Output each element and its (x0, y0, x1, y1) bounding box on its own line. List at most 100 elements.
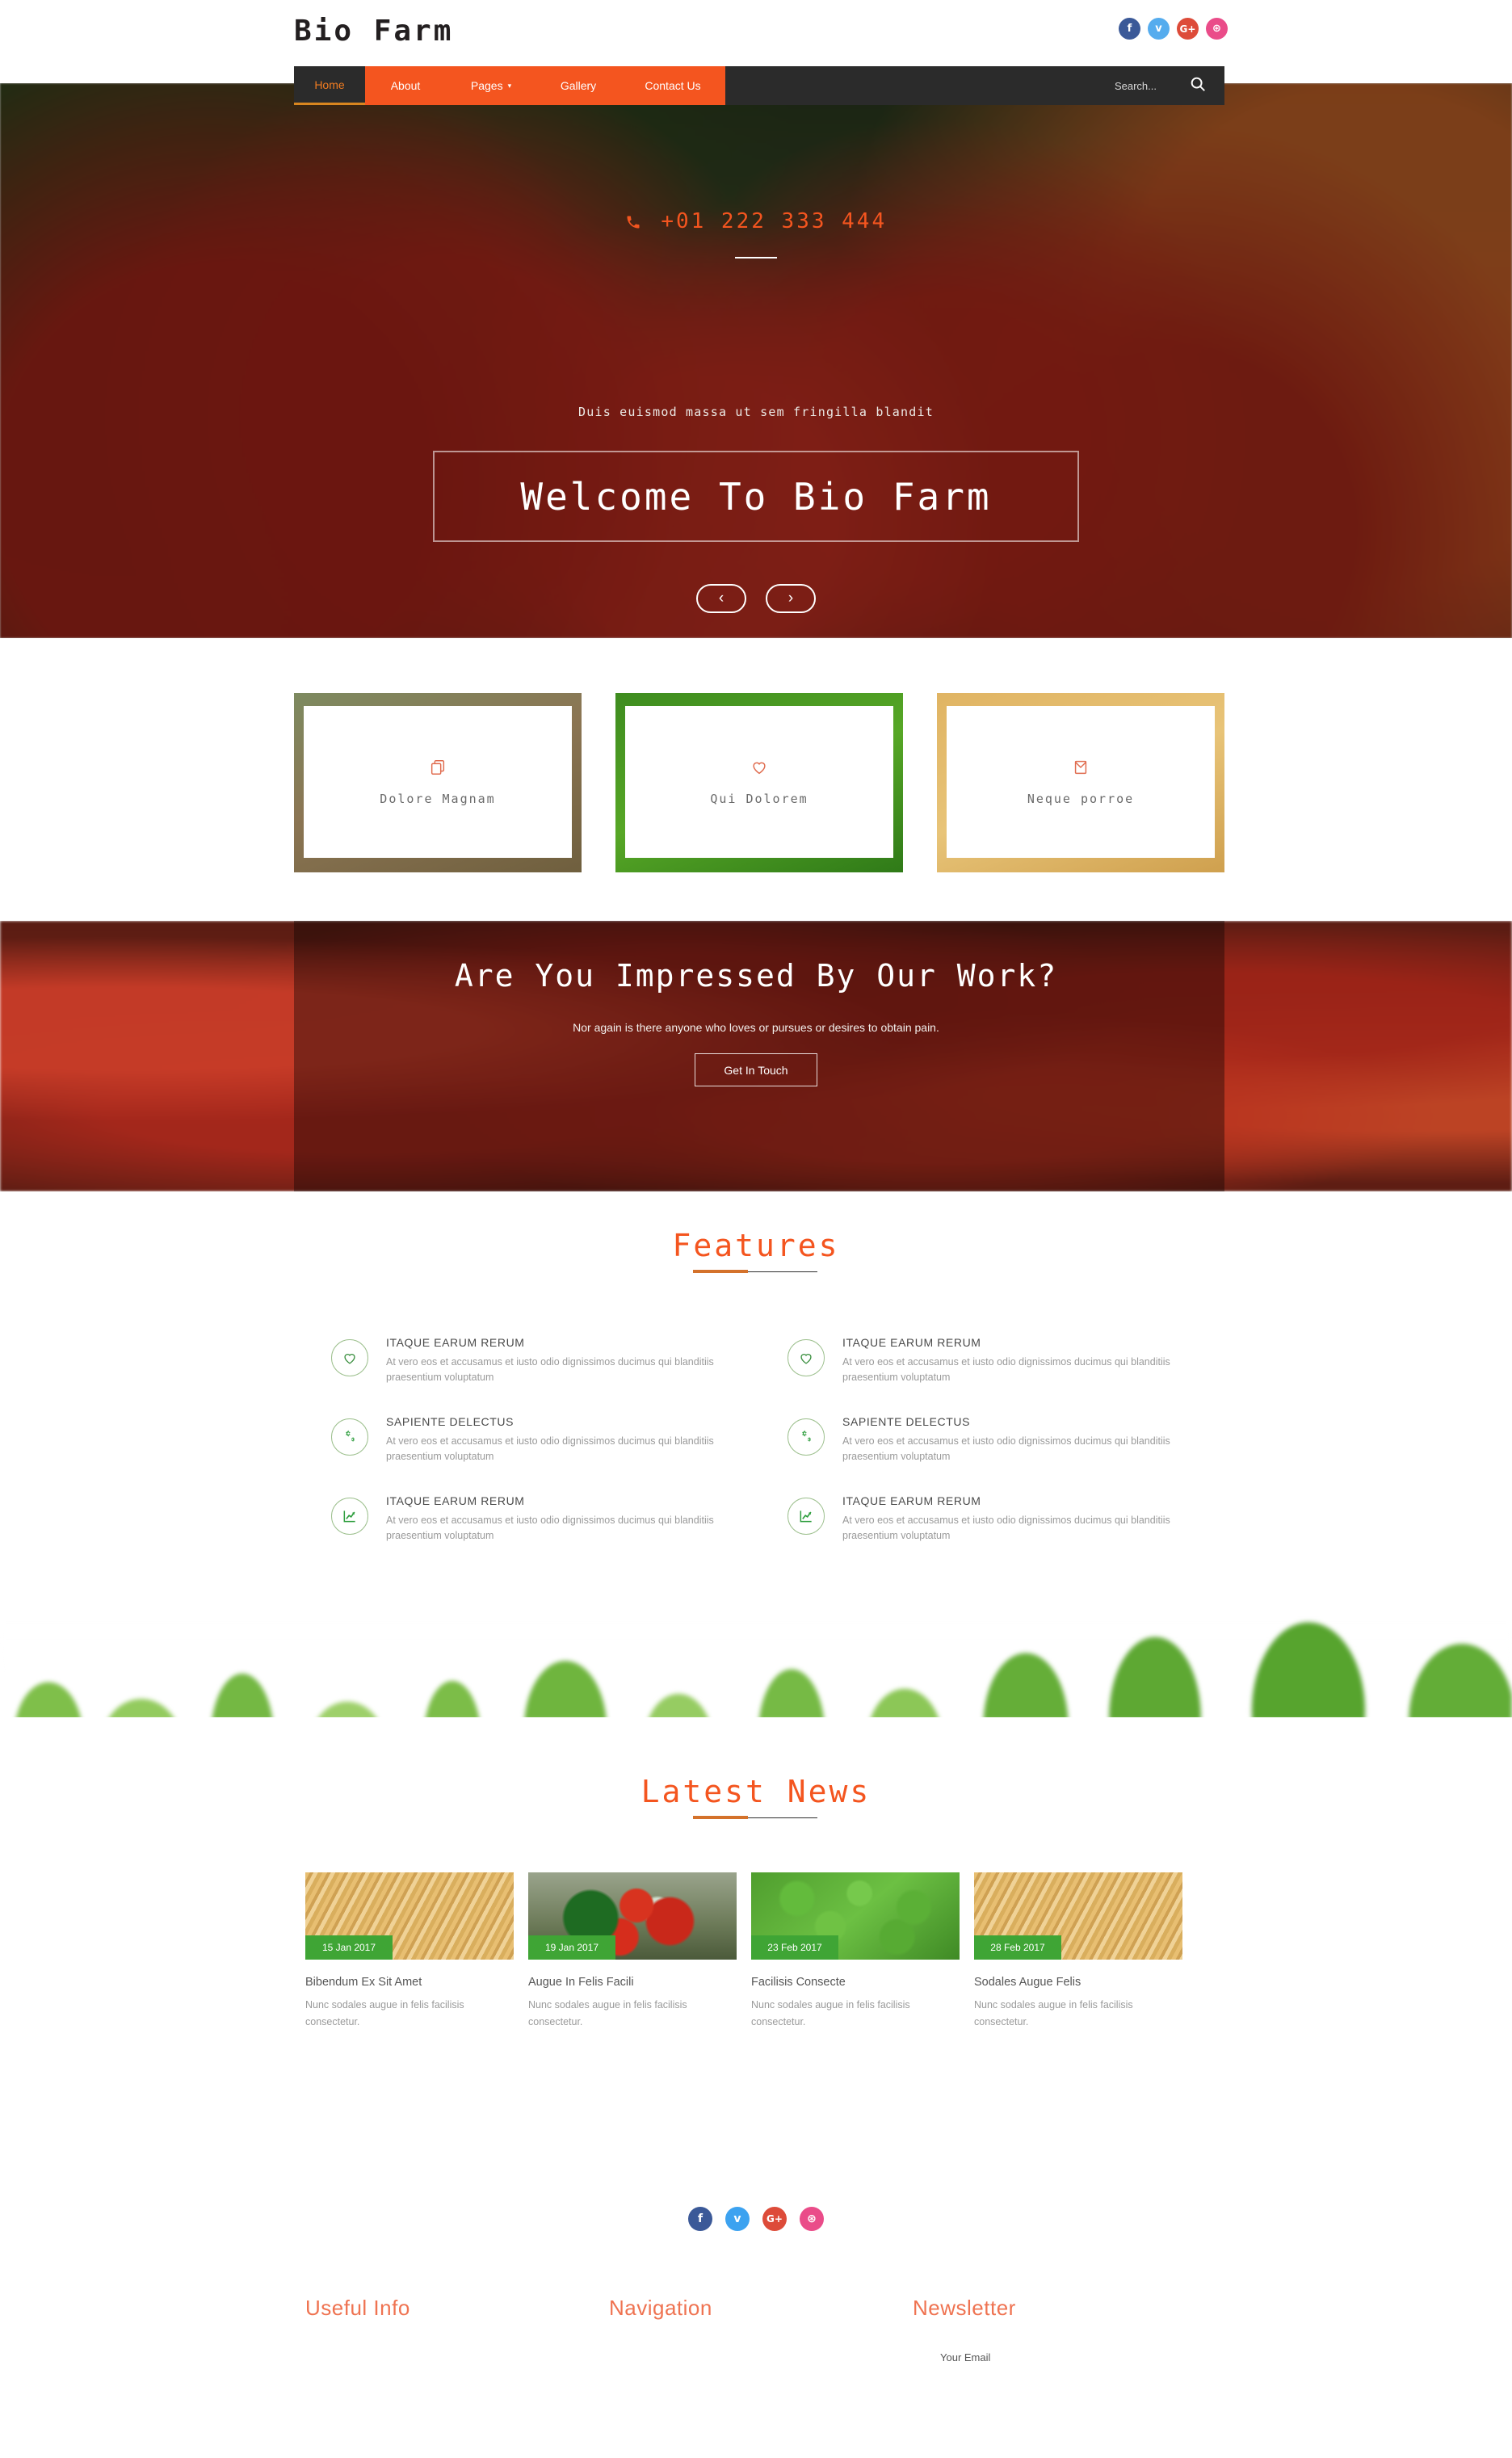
news-card[interactable]: 23 Feb 2017 Facilisis Consecte Nunc sodale… (751, 1872, 960, 2032)
news-thumbnail: 28 Feb 2017 (974, 1872, 1182, 1960)
news-title[interactable]: Augue In Felis Facili (528, 1976, 737, 1989)
news-card[interactable]: 28 Feb 2017 Sodales Augue Felis Nunc sodal… (974, 1872, 1182, 2032)
feature-card[interactable]: Qui Dolorem (615, 693, 903, 872)
news-grid: 15 Jan 2017 Bibendum Ex Sit Amet Nunc soda… (305, 1872, 1216, 2032)
google-plus-icon[interactable]: G+ (762, 2207, 787, 2231)
heart-icon (331, 1339, 368, 1376)
feature-item: SAPIENTE DELECTUS At vero eos et accusamu… (788, 1415, 1187, 1465)
hero-title-box: Welcome To Bio Farm (433, 451, 1079, 542)
latest-news-section: Latest News 15 Jan 2017 Bibendum Ex Sit A… (0, 1774, 1512, 2027)
envelope-icon (1072, 758, 1090, 780)
news-date-badge: 15 Jan 2017 (305, 1935, 393, 1960)
feature-item-text: At vero eos et accusamus et iusto odio d… (842, 1514, 1170, 1541)
nav-item-home[interactable]: Home (294, 66, 365, 105)
news-thumbnail: 23 Feb 2017 (751, 1872, 960, 1960)
facebook-icon[interactable]: f (1119, 18, 1140, 40)
chart-line-icon (788, 1497, 825, 1535)
news-title[interactable]: Sodales Augue Felis (974, 1976, 1182, 1989)
search-input[interactable]: Search... (1115, 80, 1157, 92)
feature-card-label: Neque porroe (1027, 791, 1135, 806)
hero-title: Welcome To Bio Farm (520, 474, 992, 519)
slider-prev-button[interactable]: ‹ (696, 584, 746, 613)
footer-social-list: f ᴠ G+ ⊛ (0, 2207, 1512, 2231)
news-date-badge: 23 Feb 2017 (751, 1935, 838, 1960)
feature-card[interactable]: Dolore Magnam (294, 693, 582, 872)
feature-item: ITAQUE EARUM RERUM At vero eos et accusam… (788, 1336, 1187, 1386)
nav-item-label: Contact Us (645, 79, 701, 92)
news-excerpt: Nunc sodales augue in felis facilisis co… (974, 1999, 1133, 2028)
footer-heading: Newsletter (913, 2296, 1016, 2320)
news-card[interactable]: 15 Jan 2017 Bibendum Ex Sit Amet Nunc soda… (305, 1872, 514, 2032)
feature-item: ITAQUE EARUM RERUM At vero eos et accusam… (788, 1494, 1187, 1544)
feature-card[interactable]: Neque porroe (937, 693, 1224, 872)
heart-icon (750, 758, 769, 780)
grass-divider-image (0, 1616, 1512, 1721)
news-card[interactable]: 19 Jan 2017 Augue In Felis Facili Nunc sod… (528, 1872, 737, 2032)
cta-title: Are You Impressed By Our Work? (454, 958, 1058, 994)
feature-item: ITAQUE EARUM RERUM At vero eos et accusam… (331, 1494, 731, 1544)
copy-icon (429, 758, 447, 780)
nav-item-gallery[interactable]: Gallery (536, 66, 620, 105)
feature-item-title: SAPIENTE DELECTUS (386, 1414, 514, 1428)
feature-item-title: ITAQUE EARUM RERUM (386, 1336, 525, 1349)
features-heading: Features (672, 1228, 840, 1263)
features-section: Features ITAQUE EARUM RERUM At vero eos e… (0, 1228, 1512, 1541)
footer-columns: Useful Info Navigation Newsletter Your E… (305, 2296, 1216, 2363)
hero-subtitle: Duis euismod massa ut sem fringilla blan… (578, 405, 934, 419)
feature-card-label: Qui Dolorem (710, 791, 808, 806)
hero-divider (735, 257, 777, 258)
feature-item-title: ITAQUE EARUM RERUM (842, 1494, 981, 1507)
twitter-icon[interactable]: ᴠ (725, 2207, 750, 2231)
news-excerpt: Nunc sodales augue in felis facilisis co… (528, 1999, 687, 2028)
newsletter-email-input[interactable]: Your Email (913, 2351, 1216, 2363)
footer-column-useful-info: Useful Info (305, 2296, 609, 2363)
news-thumbnail: 19 Jan 2017 (528, 1872, 737, 1960)
cta-subtitle: Nor again is there anyone who loves or p… (573, 1021, 939, 1034)
feature-item-title: ITAQUE EARUM RERUM (386, 1494, 525, 1507)
feature-cards: Dolore Magnam Qui Dolorem Neque porroe (294, 693, 1224, 872)
dribbble-icon[interactable]: ⊛ (1206, 18, 1228, 40)
footer-heading: Useful Info (305, 2296, 410, 2320)
chevron-down-icon: ▾ (507, 81, 512, 90)
nav-menu: Home About Pages ▾ Gallery Contact Us (294, 66, 725, 105)
feature-card-label: Dolore Magnam (380, 791, 496, 806)
footer-column-navigation: Navigation (609, 2296, 913, 2363)
news-thumbnail: 15 Jan 2017 (305, 1872, 514, 1960)
feature-item-title: ITAQUE EARUM RERUM (842, 1336, 981, 1349)
nav-search[interactable]: Search... (885, 66, 1224, 105)
footer-column-newsletter: Newsletter Your Email (913, 2296, 1216, 2363)
search-icon[interactable] (1189, 75, 1207, 97)
nav-item-label: Home (314, 78, 345, 91)
news-heading-underline (683, 1816, 829, 1820)
news-title[interactable]: Facilisis Consecte (751, 1976, 960, 1989)
nav-item-about[interactable]: About (365, 66, 446, 105)
hero-phone: +01 222 333 444 (0, 209, 1512, 233)
nav-item-label: Gallery (560, 79, 597, 92)
google-plus-icon[interactable]: G+ (1177, 18, 1199, 40)
feature-item: SAPIENTE DELECTUS At vero eos et accusamu… (331, 1415, 731, 1465)
news-excerpt: Nunc sodales augue in felis facilisis co… (305, 1999, 464, 2028)
slider-next-button[interactable]: › (766, 584, 816, 613)
feature-item-text: At vero eos et accusamus et iusto odio d… (386, 1356, 714, 1384)
gears-icon (331, 1418, 368, 1456)
get-in-touch-button[interactable]: Get In Touch (695, 1053, 817, 1086)
feature-item: ITAQUE EARUM RERUM At vero eos et accusam… (331, 1336, 731, 1386)
hero-controls: ‹ › (696, 584, 816, 613)
grass-bottom-mask (0, 1717, 1512, 1745)
nav-item-label: About (390, 79, 421, 92)
dribbble-icon[interactable]: ⊛ (800, 2207, 824, 2231)
facebook-icon[interactable]: f (688, 2207, 712, 2231)
brand-logo[interactable]: Bio Farm (294, 15, 453, 48)
nav-item-contact-us[interactable]: Contact Us (620, 66, 725, 105)
feature-item-text: At vero eos et accusamus et iusto odio d… (842, 1356, 1170, 1384)
feature-item-text: At vero eos et accusamus et iusto odio d… (842, 1435, 1170, 1463)
header-social-list: f ᴠ G+ ⊛ (1119, 18, 1228, 40)
hero-slider: +01 222 333 444 Duis euismod massa ut se… (0, 83, 1512, 638)
twitter-icon[interactable]: ᴠ (1148, 18, 1170, 40)
chart-line-icon (331, 1497, 368, 1535)
main-navbar: Home About Pages ▾ Gallery Contact Us Search.… (294, 66, 1224, 105)
nav-item-pages[interactable]: Pages ▾ (446, 66, 536, 105)
news-excerpt: Nunc sodales augue in felis facilisis co… (751, 1999, 910, 2028)
news-title[interactable]: Bibendum Ex Sit Amet (305, 1976, 514, 1989)
feature-item-text: At vero eos et accusamus et iusto odio d… (386, 1514, 714, 1541)
